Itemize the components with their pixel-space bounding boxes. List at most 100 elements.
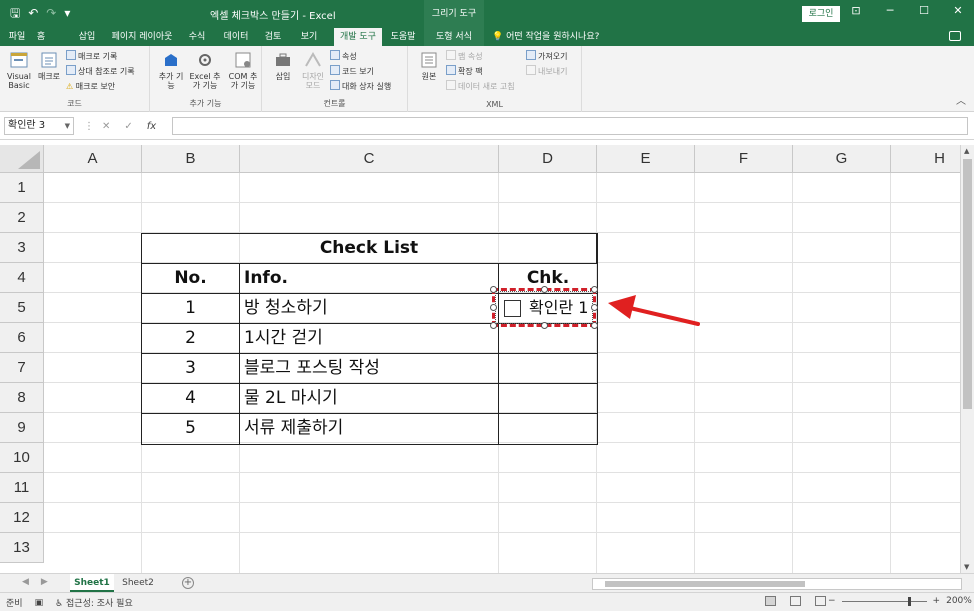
scroll-up-icon[interactable]: ▲ (964, 147, 969, 155)
column-header-h[interactable]: H (891, 145, 960, 173)
tab-view[interactable]: 보기 (296, 28, 322, 46)
cell-chk[interactable] (499, 354, 597, 384)
row-header-3[interactable]: 3 (0, 233, 44, 263)
enter-icon[interactable]: ✓ (124, 121, 132, 132)
tab-formulas[interactable]: 수식 (184, 28, 210, 46)
row-header-12[interactable]: 12 (0, 503, 44, 533)
checklist-title[interactable]: Check List (142, 234, 597, 264)
zoom-slider-knob[interactable] (907, 596, 911, 606)
refresh-data-button[interactable]: 데이터 새로 고침 (446, 80, 515, 93)
column-header-a[interactable]: A (44, 145, 142, 173)
column-header-g[interactable]: G (793, 145, 891, 173)
tab-review[interactable]: 검토 (260, 28, 286, 46)
page-break-view-icon[interactable] (815, 596, 826, 606)
macro-security-button[interactable]: ⚠ 매크로 보안 (66, 80, 115, 93)
zoom-level[interactable]: 200% (946, 596, 972, 606)
collapse-ribbon-icon[interactable]: ︿ (956, 92, 966, 107)
header-no[interactable]: No. (142, 264, 240, 294)
zoom-in-button[interactable]: + (933, 596, 941, 606)
page-layout-view-icon[interactable] (790, 596, 801, 606)
close-button[interactable]: ✕ (952, 4, 964, 17)
checkbox-control-selection[interactable]: 확인란 1 (490, 286, 598, 329)
header-info[interactable]: Info. (240, 264, 499, 294)
tab-file[interactable]: 파일 (4, 28, 30, 46)
tell-me-search[interactable]: 💡 어떤 작업을 원하시나요? (492, 28, 599, 46)
cell-info[interactable]: 물 2L 마시기 (240, 384, 499, 414)
sheet-next-icon[interactable]: ▶ (41, 577, 48, 587)
formula-input[interactable] (172, 117, 968, 135)
restore-button[interactable]: ☐ (918, 4, 930, 17)
cancel-icon[interactable]: ✕ (102, 121, 110, 132)
tab-home[interactable]: 홈 (32, 28, 50, 46)
tab-page-layout[interactable]: 페이지 레이아웃 (106, 28, 178, 46)
sheet-prev-icon[interactable]: ◀ (22, 577, 29, 587)
formula-bar-splitter[interactable]: ⋮ (84, 121, 94, 132)
resize-handle[interactable] (541, 322, 548, 329)
checkbox[interactable] (504, 300, 521, 317)
run-dialog-button[interactable]: 대화 상자 실행 (330, 80, 391, 93)
row-header-7[interactable]: 7 (0, 353, 44, 383)
column-header-e[interactable]: E (597, 145, 695, 173)
worksheet-grid[interactable]: A B C D E F G H 1 2 3 4 5 6 7 8 9 10 11 … (0, 145, 960, 573)
expansion-packs-button[interactable]: 확장 팩 (446, 65, 483, 78)
vertical-scrollbar[interactable]: ▲ ▼ (960, 145, 974, 573)
row-header-4[interactable]: 4 (0, 263, 44, 293)
comment-icon[interactable] (949, 31, 961, 41)
row-header-10[interactable]: 10 (0, 443, 44, 473)
cell-no[interactable]: 1 (142, 294, 240, 324)
xml-source-button[interactable]: 원본 (414, 50, 444, 81)
name-box[interactable]: 확인란 3 ▼ (4, 117, 74, 135)
resize-handle[interactable] (591, 286, 598, 293)
com-addins-button[interactable]: COM 추가 기능 (226, 50, 260, 90)
row-header-1[interactable]: 1 (0, 173, 44, 203)
column-header-d[interactable]: D (499, 145, 597, 173)
map-properties-button[interactable]: 맵 속성 (446, 50, 483, 63)
sheet-tab-sheet2[interactable]: Sheet2 (116, 574, 160, 592)
visual-basic-button[interactable]: Visual Basic (4, 50, 34, 90)
resize-handle[interactable] (591, 304, 598, 311)
chevron-down-icon[interactable]: ▼ (65, 118, 70, 134)
cell-info[interactable]: 방 청소하기 (240, 294, 499, 324)
column-header-c[interactable]: C (240, 145, 499, 173)
tab-data[interactable]: 데이터 (218, 28, 254, 46)
row-header-2[interactable]: 2 (0, 203, 44, 233)
addins-button[interactable]: 추가 기능 (156, 50, 186, 90)
minimize-button[interactable]: ─ (884, 4, 896, 17)
add-sheet-icon[interactable]: + (182, 577, 194, 589)
zoom-slider[interactable] (841, 596, 927, 606)
cell-chk[interactable] (499, 414, 597, 444)
scrollbar-thumb[interactable] (605, 581, 805, 587)
customize-qat-icon[interactable]: ▾ (64, 5, 70, 21)
cell-no[interactable]: 4 (142, 384, 240, 414)
checkbox-label[interactable]: 확인란 1 (529, 296, 588, 320)
scrollbar-thumb[interactable] (963, 159, 972, 409)
macros-button[interactable]: 매크로 (34, 50, 64, 81)
row-header-8[interactable]: 8 (0, 383, 44, 413)
row-header-13[interactable]: 13 (0, 533, 44, 563)
cell-no[interactable]: 5 (142, 414, 240, 444)
row-header-6[interactable]: 6 (0, 323, 44, 353)
view-code-button[interactable]: 코드 보기 (330, 65, 374, 78)
cell-no[interactable]: 3 (142, 354, 240, 384)
cell-no[interactable]: 2 (142, 324, 240, 354)
zoom-out-button[interactable]: − (828, 596, 836, 606)
sheet-tab-sheet1[interactable]: Sheet1 (70, 574, 114, 592)
horizontal-scrollbar[interactable] (592, 578, 962, 590)
relative-reference-button[interactable]: 상대 참조로 기록 (66, 65, 135, 78)
normal-view-icon[interactable] (765, 596, 776, 606)
cell-info[interactable]: 서류 제출하기 (240, 414, 499, 444)
export-button[interactable]: 내보내기 (526, 65, 567, 78)
redo-icon[interactable]: ↷ (46, 5, 56, 21)
tab-insert[interactable]: 삽입 (74, 28, 100, 46)
resize-handle[interactable] (490, 322, 497, 329)
cell-info[interactable]: 블로그 포스팅 작성 (240, 354, 499, 384)
tab-developer[interactable]: 개발 도구 (334, 28, 382, 46)
resize-handle[interactable] (490, 304, 497, 311)
record-macro-button[interactable]: 매크로 기록 (66, 50, 117, 63)
macro-record-icon[interactable]: ▣ (35, 598, 44, 608)
scroll-down-icon[interactable]: ▼ (964, 563, 969, 571)
tab-shape-format[interactable]: 도형 서식 (424, 28, 484, 46)
excel-addins-button[interactable]: Excel 추가 기능 (188, 50, 222, 90)
accessibility-status[interactable]: ♿ 접근성: 조사 필요 (55, 596, 133, 609)
row-header-11[interactable]: 11 (0, 473, 44, 503)
